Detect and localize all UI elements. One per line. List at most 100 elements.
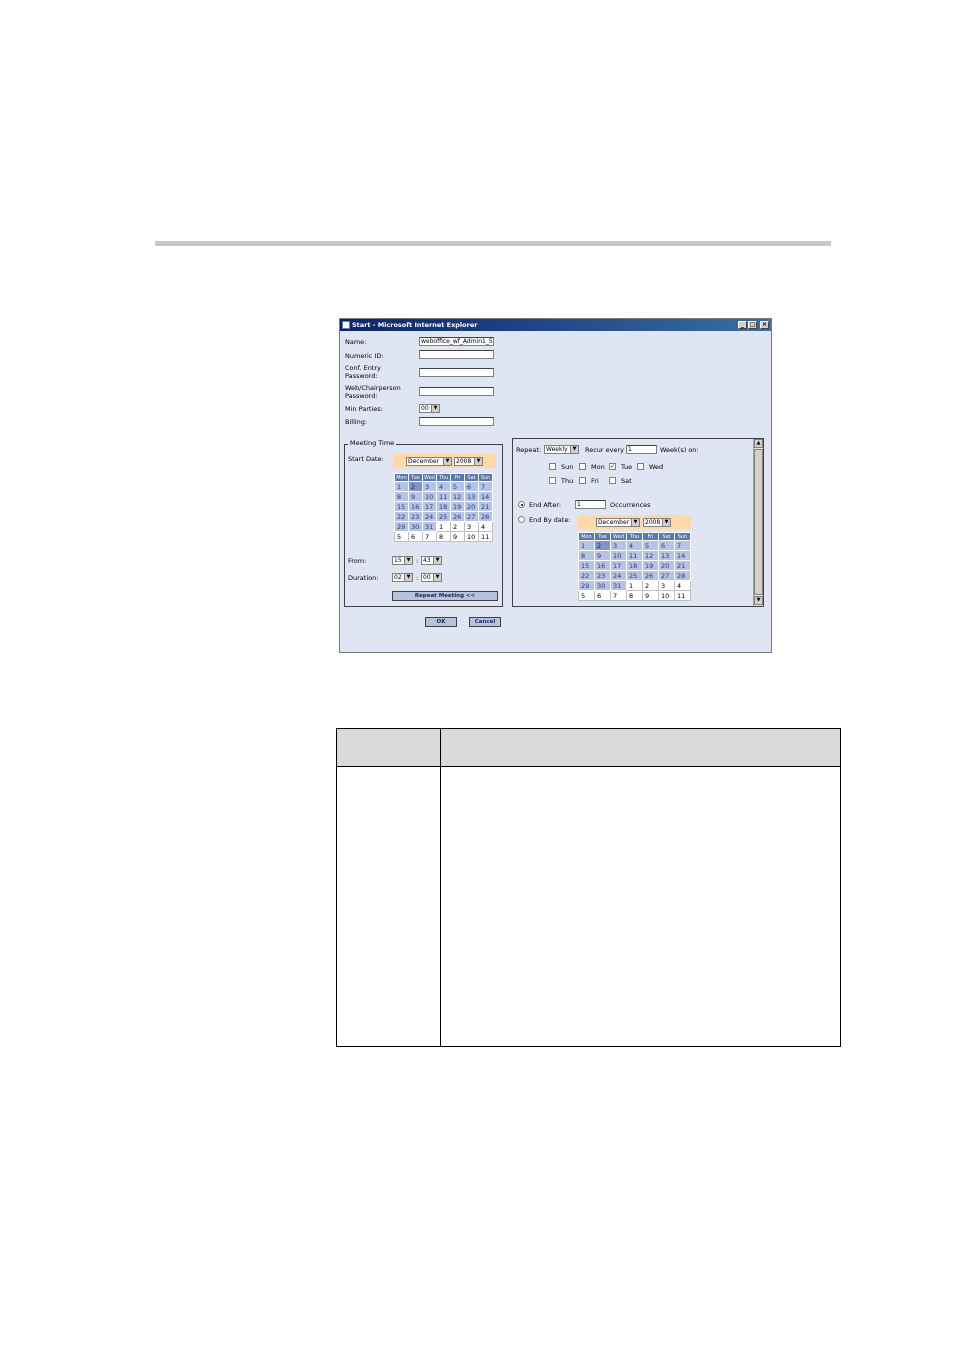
- start-calendar-day-cell[interactable]: 31: [422, 521, 437, 532]
- end-after-field[interactable]: 1: [575, 500, 606, 509]
- ok-button[interactable]: OK: [425, 617, 457, 627]
- end-calendar-day-cell[interactable]: 1: [578, 540, 595, 551]
- duration-minute-select[interactable]: 00 ▼: [421, 573, 442, 582]
- end-calendar-day-cell[interactable]: 19: [642, 560, 659, 571]
- end-calendar-day-cell[interactable]: 9: [642, 590, 659, 601]
- end-calendar-day-cell[interactable]: 2: [642, 580, 659, 591]
- tue-checkbox[interactable]: ✓: [609, 463, 616, 470]
- end-calendar-day-cell[interactable]: 17: [610, 560, 627, 571]
- cancel-button[interactable]: Cancel: [469, 617, 501, 627]
- thu-checkbox[interactable]: [549, 477, 556, 484]
- end-calendar-day-cell[interactable]: 5: [642, 540, 659, 551]
- mon-checkbox[interactable]: [579, 463, 586, 470]
- end-calendar-day-cell[interactable]: 25: [626, 570, 643, 581]
- duration-hour-select[interactable]: 02 ▼: [392, 573, 413, 582]
- from-minute-select[interactable]: 43 ▼: [421, 556, 442, 565]
- start-calendar-day-cell[interactable]: 25: [436, 511, 451, 522]
- start-calendar-day-cell[interactable]: 12: [450, 491, 465, 502]
- close-button[interactable]: ×: [760, 321, 769, 329]
- start-calendar-day-cell[interactable]: 30: [408, 521, 423, 532]
- start-calendar-day-cell[interactable]: 21: [478, 501, 493, 512]
- end-calendar-day-cell[interactable]: 15: [578, 560, 595, 571]
- start-calendar-day-cell[interactable]: 9: [450, 531, 465, 542]
- scroll-up-icon[interactable]: ▲: [754, 439, 763, 448]
- start-calendar-day-cell[interactable]: 4: [436, 481, 451, 492]
- end-calendar-day-cell[interactable]: 2: [594, 540, 611, 551]
- end-calendar-day-cell[interactable]: 8: [626, 590, 643, 601]
- start-calendar-day-cell[interactable]: 22: [394, 511, 409, 522]
- end-calendar-day-cell[interactable]: 31: [610, 580, 627, 591]
- start-calendar-day-cell[interactable]: 13: [464, 491, 479, 502]
- end-calendar-day-cell[interactable]: 28: [674, 570, 691, 581]
- end-calendar-day-cell[interactable]: 9: [594, 550, 611, 561]
- end-calendar-day-cell[interactable]: 26: [642, 570, 659, 581]
- recur-every-field[interactable]: 1: [626, 445, 657, 454]
- end-calendar-day-cell[interactable]: 10: [610, 550, 627, 561]
- end-after-radio[interactable]: [518, 501, 525, 508]
- end-calendar-day-cell[interactable]: 22: [578, 570, 595, 581]
- start-calendar-day-cell[interactable]: 6: [464, 481, 479, 492]
- start-calendar-day-cell[interactable]: 11: [478, 531, 493, 542]
- start-calendar-day-cell[interactable]: 14: [478, 491, 493, 502]
- start-calendar-day-cell[interactable]: 19: [450, 501, 465, 512]
- end-calendar-day-cell[interactable]: 7: [610, 590, 627, 601]
- start-calendar-day-cell[interactable]: 23: [408, 511, 423, 522]
- start-calendar-day-cell[interactable]: 9: [408, 491, 423, 502]
- repeat-meeting-button[interactable]: Repeat Meeting <<: [392, 591, 498, 601]
- end-calendar-day-cell[interactable]: 13: [658, 550, 675, 561]
- start-calendar-day-cell[interactable]: 10: [464, 531, 479, 542]
- end-calendar-day-cell[interactable]: 7: [674, 540, 691, 551]
- start-calendar-day-cell[interactable]: 11: [436, 491, 451, 502]
- end-calendar-day-cell[interactable]: 14: [674, 550, 691, 561]
- end-by-date-radio[interactable]: [518, 516, 525, 523]
- start-calendar-day-cell[interactable]: 26: [450, 511, 465, 522]
- end-calendar-day-cell[interactable]: 5: [578, 590, 595, 601]
- start-calendar-day-cell[interactable]: 7: [478, 481, 493, 492]
- end-calendar-day-cell[interactable]: 12: [642, 550, 659, 561]
- start-calendar-day-cell[interactable]: 8: [436, 531, 451, 542]
- fri-checkbox[interactable]: [579, 477, 586, 484]
- sat-checkbox[interactable]: [609, 477, 616, 484]
- name-field[interactable]: weboffice_wf_Admin1_55: [419, 337, 494, 346]
- start-calendar-day-cell[interactable]: 1: [394, 481, 409, 492]
- min-parties-select[interactable]: 00 ▼: [419, 404, 440, 413]
- minimize-button[interactable]: _: [738, 321, 747, 329]
- start-calendar-day-cell[interactable]: 3: [422, 481, 437, 492]
- end-calendar-day-cell[interactable]: 4: [626, 540, 643, 551]
- start-calendar-day-cell[interactable]: 16: [408, 501, 423, 512]
- maximize-button[interactable]: □: [748, 321, 757, 329]
- start-calendar-day-cell[interactable]: 24: [422, 511, 437, 522]
- end-calendar-day-cell[interactable]: 11: [674, 590, 691, 601]
- sun-checkbox[interactable]: [549, 463, 556, 470]
- start-month-select[interactable]: December ▼: [406, 457, 452, 466]
- end-calendar-day-cell[interactable]: 29: [578, 580, 595, 591]
- billing-field[interactable]: [419, 417, 494, 426]
- start-calendar-day-cell[interactable]: 8: [394, 491, 409, 502]
- start-calendar-day-cell[interactable]: 7: [422, 531, 437, 542]
- end-calendar-day-cell[interactable]: 6: [658, 540, 675, 551]
- end-calendar-day-cell[interactable]: 24: [610, 570, 627, 581]
- end-calendar-day-cell[interactable]: 23: [594, 570, 611, 581]
- numeric-id-field[interactable]: [419, 350, 494, 359]
- end-calendar-day-cell[interactable]: 20: [658, 560, 675, 571]
- end-calendar-day-cell[interactable]: 1: [626, 580, 643, 591]
- repeat-panel-scrollbar[interactable]: ▲ ▼: [753, 439, 763, 606]
- start-calendar-day-cell[interactable]: 17: [422, 501, 437, 512]
- start-calendar-day-cell[interactable]: 1: [436, 521, 451, 532]
- conf-entry-password-field[interactable]: [419, 368, 494, 377]
- end-calendar-day-cell[interactable]: 10: [658, 590, 675, 601]
- start-calendar-day-cell[interactable]: 10: [422, 491, 437, 502]
- end-calendar-day-cell[interactable]: 3: [658, 580, 675, 591]
- start-calendar-day-cell[interactable]: 29: [394, 521, 409, 532]
- end-year-select[interactable]: 2008 ▼: [643, 518, 671, 527]
- start-calendar-day-cell[interactable]: 6: [408, 531, 423, 542]
- start-calendar-day-cell[interactable]: 18: [436, 501, 451, 512]
- end-calendar-day-cell[interactable]: 27: [658, 570, 675, 581]
- start-calendar-day-cell[interactable]: 4: [478, 521, 493, 532]
- start-calendar-day-cell[interactable]: 28: [478, 511, 493, 522]
- end-calendar-day-cell[interactable]: 6: [594, 590, 611, 601]
- start-calendar-day-cell[interactable]: 15: [394, 501, 409, 512]
- end-calendar-day-cell[interactable]: 11: [626, 550, 643, 561]
- scroll-down-icon[interactable]: ▼: [754, 596, 763, 605]
- end-calendar-day-cell[interactable]: 21: [674, 560, 691, 571]
